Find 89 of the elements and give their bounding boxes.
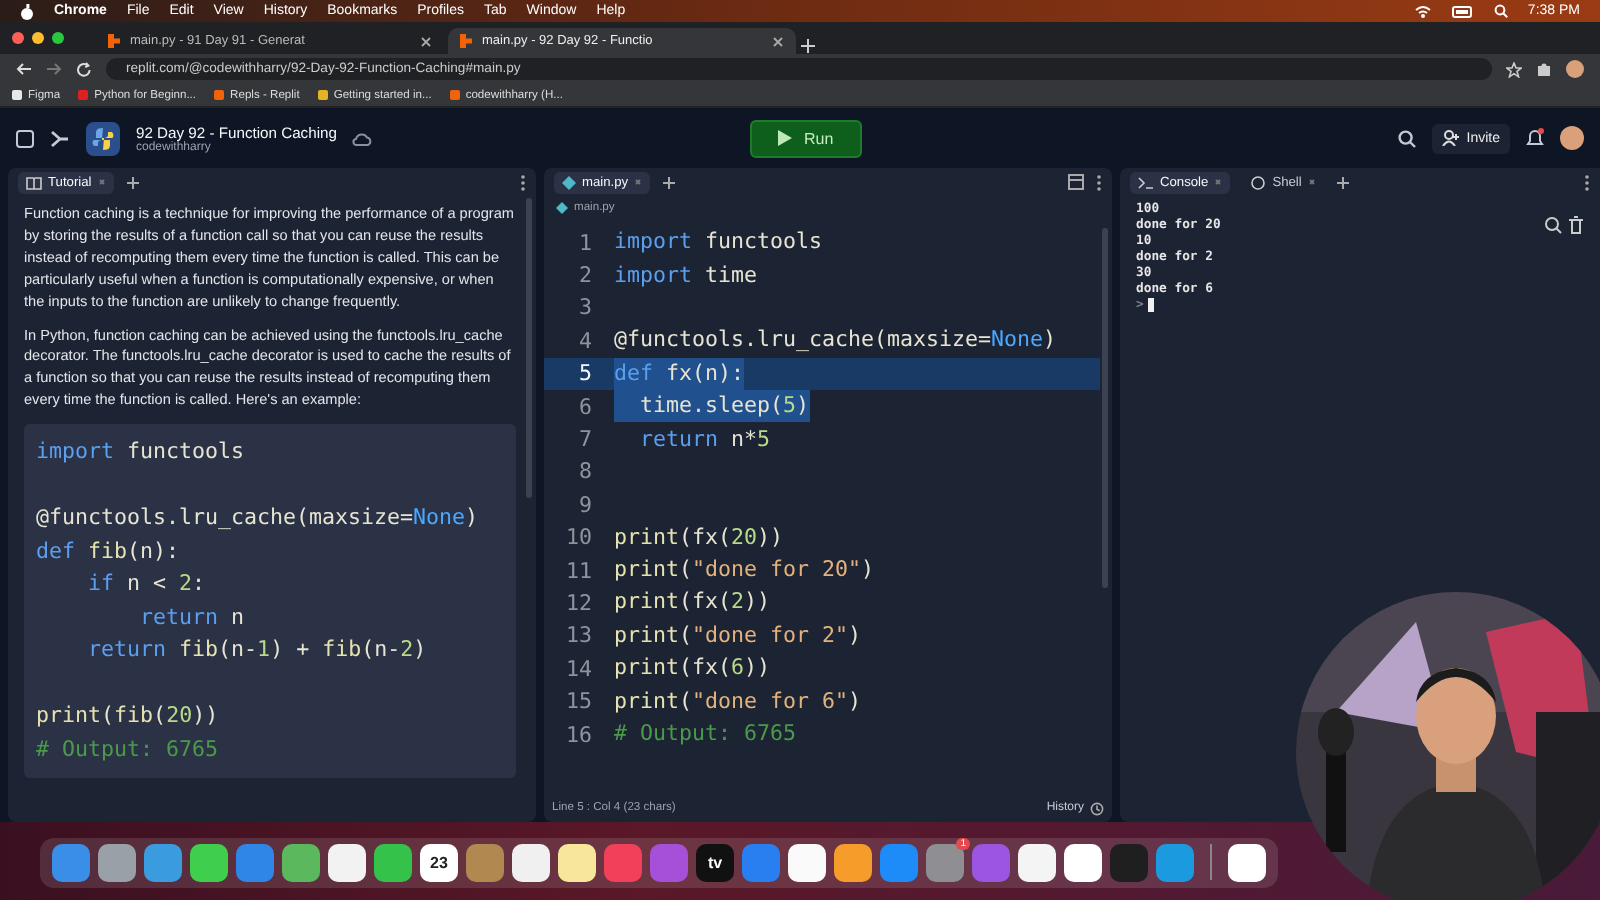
new-tab-button[interactable] (800, 38, 816, 54)
line-number: 13 (563, 622, 594, 649)
code-line: print(fx(20)) (614, 521, 784, 554)
avatar-icon[interactable] (1560, 126, 1584, 150)
app-icon[interactable] (374, 843, 412, 881)
code-line: print("done for 2") (614, 619, 862, 652)
code-line: # Output: 6765 (614, 718, 797, 751)
app-icon[interactable] (834, 843, 872, 881)
line-number: 7 (576, 426, 594, 453)
app-icon[interactable] (98, 843, 136, 881)
code-line: if n < 2: (86, 568, 208, 601)
replit-logo-icon (108, 34, 120, 48)
line-number: 14 (563, 655, 594, 682)
prompt-icon (1138, 175, 1154, 189)
code-line: return fib(n-1) + fib(n-2) (86, 634, 429, 667)
line-number: 5 (576, 360, 594, 387)
app-icon[interactable] (190, 843, 228, 881)
more-options-icon[interactable] (1096, 173, 1102, 191)
book-icon (26, 175, 42, 189)
line-number: 4 (576, 327, 594, 354)
line-number: 15 (563, 688, 594, 715)
line-number: 12 (563, 589, 594, 616)
bell-icon[interactable] (1526, 128, 1544, 148)
app-icon[interactable] (558, 843, 596, 881)
wifi-icon[interactable] (1413, 4, 1432, 18)
app-icon[interactable] (1018, 843, 1056, 881)
star-icon[interactable] (1506, 61, 1522, 77)
zoom-button[interactable] (52, 32, 64, 44)
code-line: print(fx(2)) (614, 586, 771, 619)
close-icon[interactable] (1307, 178, 1316, 186)
app-icon[interactable] (512, 843, 550, 881)
app-icon[interactable]: 23 (420, 843, 458, 881)
line-number: 6 (576, 393, 594, 420)
text-cursor (1147, 297, 1154, 311)
code-line: import functools (614, 226, 823, 259)
python-logo-icon (86, 121, 120, 155)
globe-icon (1250, 175, 1267, 189)
line-number: 11 (563, 557, 594, 584)
code-line: def fib(n): (36, 535, 182, 568)
reload-icon[interactable] (76, 61, 92, 77)
code-line: print(fx(6)) (614, 652, 771, 685)
add-tab-button[interactable] (125, 175, 140, 189)
branch-icon[interactable] (50, 129, 70, 147)
trash-icon[interactable] (1568, 216, 1584, 234)
line-number: 8 (576, 458, 594, 485)
line-number: 2 (576, 262, 594, 289)
more-options-icon[interactable] (520, 173, 526, 191)
code-line: import time (614, 259, 758, 292)
line-number: 3 (576, 294, 594, 321)
code-line: return n (138, 601, 247, 634)
code-line: @functools.lru_cache(maxsize=None) (614, 324, 1057, 357)
code-line: print("done for 20") (614, 554, 875, 587)
app-icon[interactable] (328, 843, 366, 881)
play-icon (778, 130, 793, 146)
avatar-icon[interactable] (1566, 60, 1584, 78)
more-options-icon[interactable] (1584, 173, 1590, 191)
forward-arrow-icon[interactable] (46, 62, 62, 76)
back-arrow-icon[interactable] (16, 62, 32, 76)
split-view-icon[interactable] (1068, 174, 1084, 190)
close-icon[interactable] (420, 35, 432, 47)
code-line: print(fib(20)) (36, 700, 221, 733)
app-icon[interactable] (1064, 843, 1102, 881)
line-number: 16 (563, 721, 594, 748)
code-line: return n*5 (638, 423, 771, 456)
close-button[interactable] (12, 32, 24, 44)
code-line: import functools (36, 436, 247, 469)
replit-logo-icon (460, 34, 472, 48)
search-icon[interactable] (1544, 216, 1562, 234)
line-number: 10 (563, 524, 594, 551)
code-line: # Output: 6765 (36, 733, 221, 766)
battery-icon[interactable] (1451, 5, 1474, 17)
app-icon[interactable]: tv (696, 843, 734, 881)
minimize-button[interactable] (32, 32, 44, 44)
code-line: print("done for 6") (614, 685, 862, 718)
sidebar-toggle-icon[interactable] (16, 129, 34, 147)
close-icon[interactable] (772, 35, 784, 47)
add-tab-button[interactable] (662, 175, 677, 189)
app-icon[interactable] (1228, 843, 1266, 881)
app-icon[interactable] (788, 843, 826, 881)
code-line: @functools.lru_cache(maxsize=None) (36, 502, 481, 535)
cloud-icon (352, 131, 373, 145)
run-button[interactable]: Run (750, 119, 862, 157)
line-number: 9 (576, 491, 594, 518)
search-icon[interactable] (1398, 129, 1417, 147)
app-icon[interactable] (282, 843, 320, 881)
add-person-icon (1442, 130, 1461, 146)
add-tab-button[interactable] (1335, 175, 1350, 189)
history-icon (1090, 801, 1104, 815)
line-number: 1 (576, 229, 594, 256)
